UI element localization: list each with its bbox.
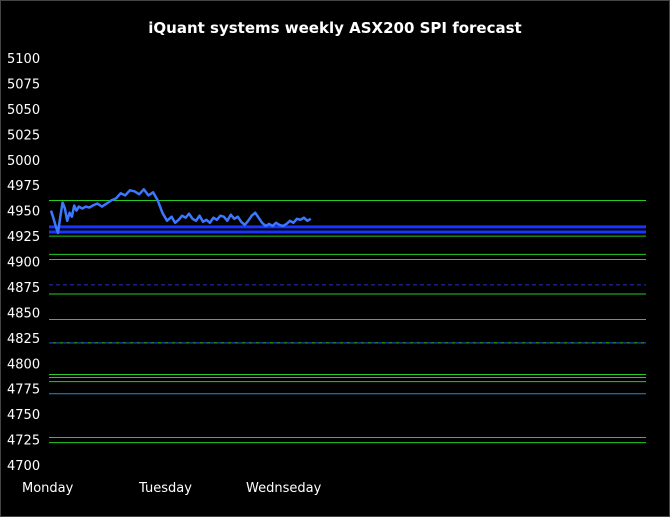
chart-plot: 5100 5075 5050 5025 5000 4975 4950 4925 4900 4875… xyxy=(7,52,646,496)
y-tick-label: 4900 xyxy=(7,256,40,271)
y-tick-label: 4975 xyxy=(7,179,40,194)
y-tick-label: 4750 xyxy=(7,408,40,423)
x-tick-label: Wednseday xyxy=(246,481,322,496)
y-tick-label: 5025 xyxy=(7,128,40,143)
y-tick-label: 4775 xyxy=(7,383,40,398)
y-tick-label: 5000 xyxy=(7,154,40,169)
y-tick-label: 4725 xyxy=(7,434,40,449)
y-tick-label: 4800 xyxy=(7,357,40,372)
y-tick-label: 5050 xyxy=(7,103,40,118)
x-tick-label: Monday xyxy=(22,481,74,496)
y-tick-label: 4825 xyxy=(7,332,40,347)
y-tick-label: 4850 xyxy=(7,306,40,321)
y-tick-label: 4925 xyxy=(7,230,40,245)
y-tick-label: 4875 xyxy=(7,281,40,296)
y-tick-label: 5100 xyxy=(7,52,40,67)
y-tick-label: 4700 xyxy=(7,459,40,474)
y-tick-label: 4950 xyxy=(7,205,40,220)
x-tick-label: Tuesday xyxy=(138,481,192,496)
y-tick-label: 5075 xyxy=(7,77,40,92)
